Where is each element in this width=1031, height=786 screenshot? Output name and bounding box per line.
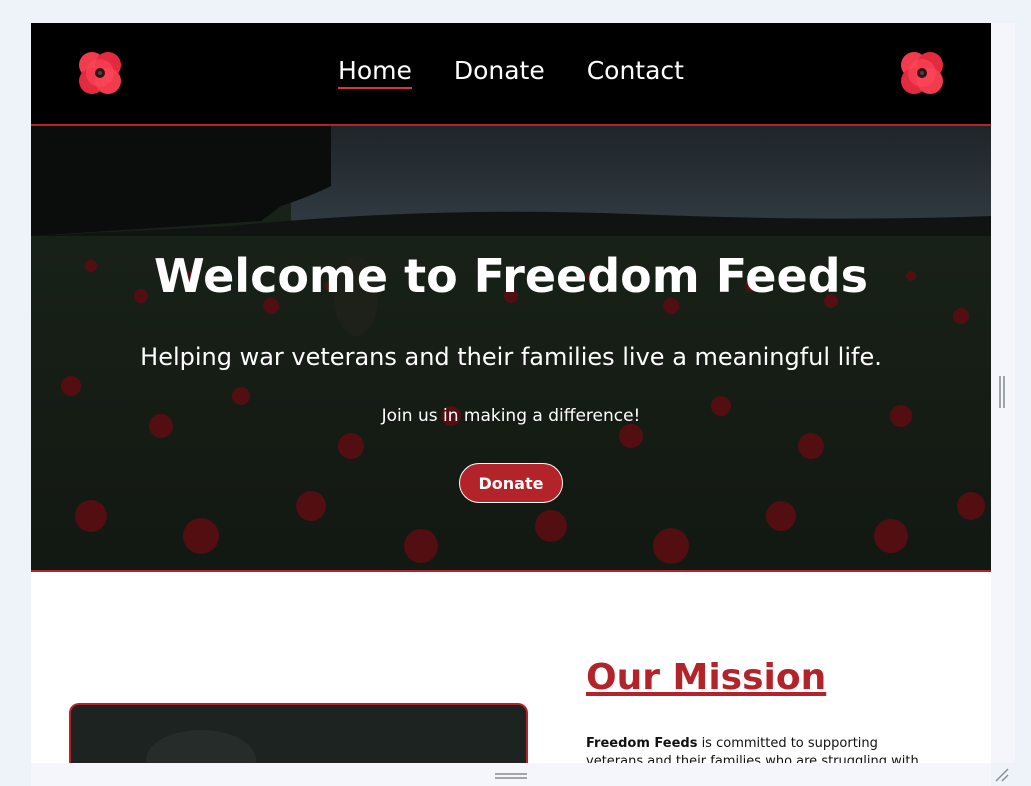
resize-grip-icon[interactable] [994,767,1010,783]
hero-donate-button[interactable]: Donate [459,463,563,503]
hero-subtitle: Helping war veterans and their families … [140,343,882,371]
mission-brand-name: Freedom Feeds [586,736,698,751]
vertical-resize-handle[interactable] [999,376,1005,408]
nav-contact-link[interactable]: Contact [587,56,684,87]
mission-heading: Our Mission [586,657,827,698]
main-nav: Home Donate Contact [31,56,991,89]
poppy-icon[interactable] [897,48,947,98]
mission-photo [71,705,526,763]
hero-tagline: Join us in making a difference! [381,406,641,426]
mission-text: Freedom Feeds is committed to supporting… [586,735,924,763]
mission-image [69,703,528,763]
horizontal-resize-handle[interactable] [495,773,527,779]
navbar: Home Donate Contact [31,23,991,126]
nav-donate-link[interactable]: Donate [454,56,545,87]
nav-home-link[interactable]: Home [338,56,412,89]
page-frame: Home Donate Contact Welcome to Freedom F… [31,23,991,763]
hero-title: Welcome to Freedom Feeds [154,249,868,303]
hero-section: Welcome to Freedom Feeds Helping war vet… [31,126,991,572]
